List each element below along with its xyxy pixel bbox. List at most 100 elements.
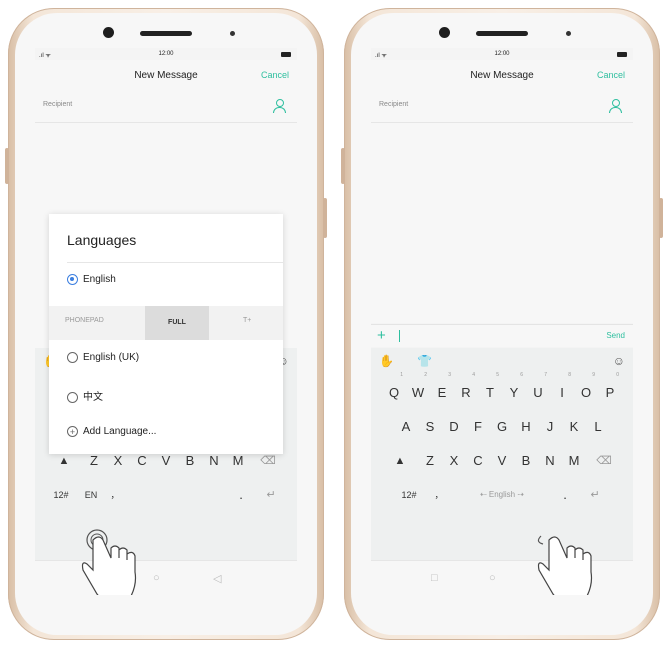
recipient-field[interactable]: Recipient bbox=[35, 92, 297, 123]
back-icon[interactable]: ◁ bbox=[213, 572, 221, 585]
power-button bbox=[323, 198, 327, 238]
key-q[interactable]: 1Q bbox=[383, 372, 405, 408]
page-title: New Message bbox=[134, 70, 198, 81]
language-option-chinese[interactable]: 中文 bbox=[67, 388, 103, 403]
key-l[interactable]: L bbox=[587, 412, 609, 442]
add-language-button[interactable]: + Add Language... bbox=[67, 426, 156, 437]
num-key[interactable]: 12# bbox=[392, 480, 426, 510]
key-row-1: 1Q 2W 3E 4R 5T 6Y 7U 8I 9O 0P bbox=[371, 372, 633, 408]
key-s[interactable]: S bbox=[419, 412, 441, 442]
key-v[interactable]: V bbox=[491, 446, 513, 476]
key-h[interactable]: H bbox=[515, 412, 537, 442]
key-row-4: 12# ， ⇠ English ⇢ . ↵ bbox=[371, 480, 633, 510]
key-c[interactable]: C bbox=[467, 446, 489, 476]
recipient-label: Recipient bbox=[379, 101, 409, 108]
layout-t-plus[interactable]: T+ bbox=[243, 317, 251, 324]
key-j[interactable]: J bbox=[539, 412, 561, 442]
popup-title: Languages bbox=[67, 232, 137, 248]
space-arrow-right-icon: ⇢ bbox=[515, 490, 525, 499]
language-option-english[interactable]: English bbox=[67, 274, 116, 285]
key-m[interactable]: M bbox=[563, 446, 585, 476]
add-contact-icon[interactable] bbox=[273, 99, 287, 113]
key-row-4: 12# EN ， . ↵ bbox=[35, 480, 297, 510]
header: New Message Cancel bbox=[371, 60, 633, 92]
key-n[interactable]: N bbox=[539, 446, 561, 476]
cancel-button[interactable]: Cancel bbox=[597, 70, 625, 80]
key-b[interactable]: B bbox=[515, 446, 537, 476]
battery-icon bbox=[281, 52, 291, 57]
recents-icon[interactable]: □ bbox=[431, 572, 438, 584]
key-x[interactable]: X bbox=[443, 446, 465, 476]
key-r[interactable]: 4R bbox=[455, 372, 477, 408]
sensor bbox=[566, 31, 571, 36]
languages-popup: Languages English PHONEPAD FULL T+ Engli… bbox=[49, 214, 283, 454]
key-k[interactable]: K bbox=[563, 412, 585, 442]
lang-key[interactable]: EN bbox=[80, 480, 102, 510]
shirt-icon[interactable]: 👕 bbox=[417, 354, 432, 368]
key-e[interactable]: 3E bbox=[431, 372, 453, 408]
radio-icon bbox=[67, 352, 78, 363]
earpiece bbox=[140, 31, 192, 36]
radio-selected-icon bbox=[67, 274, 78, 285]
front-camera bbox=[439, 27, 450, 38]
key-row-3: ▲ Z X C V B N M ⌫ bbox=[371, 446, 633, 476]
text-cursor[interactable] bbox=[399, 330, 400, 342]
enter-key[interactable]: ↵ bbox=[254, 480, 288, 510]
dot-key[interactable]: . bbox=[554, 480, 576, 510]
front-camera bbox=[103, 27, 114, 38]
sensor bbox=[230, 31, 235, 36]
earpiece bbox=[476, 31, 528, 36]
shift-key[interactable]: ▲ bbox=[383, 446, 417, 476]
key-i[interactable]: 8I bbox=[551, 372, 573, 408]
layout-phonepad[interactable]: PHONEPAD bbox=[65, 317, 104, 324]
emoji-icon[interactable]: ☺ bbox=[613, 354, 625, 368]
key-f[interactable]: F bbox=[467, 412, 489, 442]
dot-key[interactable]: . bbox=[230, 480, 252, 510]
space-key[interactable] bbox=[128, 480, 228, 510]
key-a[interactable]: A bbox=[395, 412, 417, 442]
key-d[interactable]: D bbox=[443, 412, 465, 442]
key-u[interactable]: 7U bbox=[527, 372, 549, 408]
swipe-hand-icon bbox=[537, 535, 593, 595]
recipient-field[interactable]: Recipient bbox=[371, 92, 633, 123]
attach-button[interactable]: + bbox=[377, 327, 386, 344]
hand-gesture-icon bbox=[81, 529, 137, 595]
volume-button bbox=[5, 148, 9, 184]
key-w[interactable]: 2W bbox=[407, 372, 429, 408]
layout-full[interactable]: FULL bbox=[145, 306, 209, 340]
key-z[interactable]: Z bbox=[419, 446, 441, 476]
key-g[interactable]: G bbox=[491, 412, 513, 442]
key-p[interactable]: 0P bbox=[599, 372, 621, 408]
power-button bbox=[659, 198, 663, 238]
enter-key[interactable]: ↵ bbox=[578, 480, 612, 510]
battery-icon bbox=[617, 52, 627, 57]
cancel-button[interactable]: Cancel bbox=[261, 70, 289, 80]
num-key[interactable]: 12# bbox=[44, 480, 78, 510]
status-bar: .ıl ᯤ 12:00 bbox=[35, 48, 297, 60]
home-icon[interactable]: ○ bbox=[489, 572, 496, 584]
radio-icon bbox=[67, 391, 78, 403]
phone-left: .ıl ᯤ 12:00 New Message Cancel Recipient… bbox=[5, 8, 327, 640]
phone-front: .ıl ᯤ 12:00 New Message Cancel Recipient… bbox=[15, 13, 317, 635]
key-t[interactable]: 5T bbox=[479, 372, 501, 408]
layout-switcher: PHONEPAD FULL T+ bbox=[49, 306, 283, 340]
language-option-english-uk[interactable]: English (UK) bbox=[67, 352, 139, 363]
status-time: 12:00 bbox=[494, 51, 510, 57]
divider bbox=[67, 262, 283, 263]
compose-bar: + Send bbox=[371, 324, 633, 347]
status-time: 12:00 bbox=[158, 51, 174, 57]
add-contact-icon[interactable] bbox=[609, 99, 623, 113]
key-o[interactable]: 9O bbox=[575, 372, 597, 408]
space-key[interactable]: ⇠ English ⇢ bbox=[452, 480, 552, 510]
comma-key[interactable]: ， bbox=[428, 480, 450, 510]
hand-icon[interactable]: ✋ bbox=[379, 354, 394, 368]
plus-circle-icon: + bbox=[67, 426, 78, 437]
backspace-key[interactable]: ⌫ bbox=[587, 446, 621, 476]
status-bar: .ıl ᯤ 12:00 bbox=[371, 48, 633, 60]
key-y[interactable]: 6Y bbox=[503, 372, 525, 408]
send-button[interactable]: Send bbox=[606, 331, 625, 340]
comma-key[interactable]: ， bbox=[104, 480, 126, 510]
home-icon[interactable]: ○ bbox=[153, 572, 160, 584]
header: New Message Cancel bbox=[35, 60, 297, 92]
page-title: New Message bbox=[470, 70, 534, 81]
